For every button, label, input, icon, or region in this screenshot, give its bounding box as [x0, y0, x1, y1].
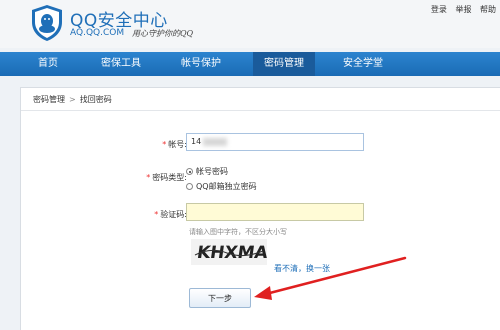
red-arrow-annotation-icon [254, 256, 407, 300]
